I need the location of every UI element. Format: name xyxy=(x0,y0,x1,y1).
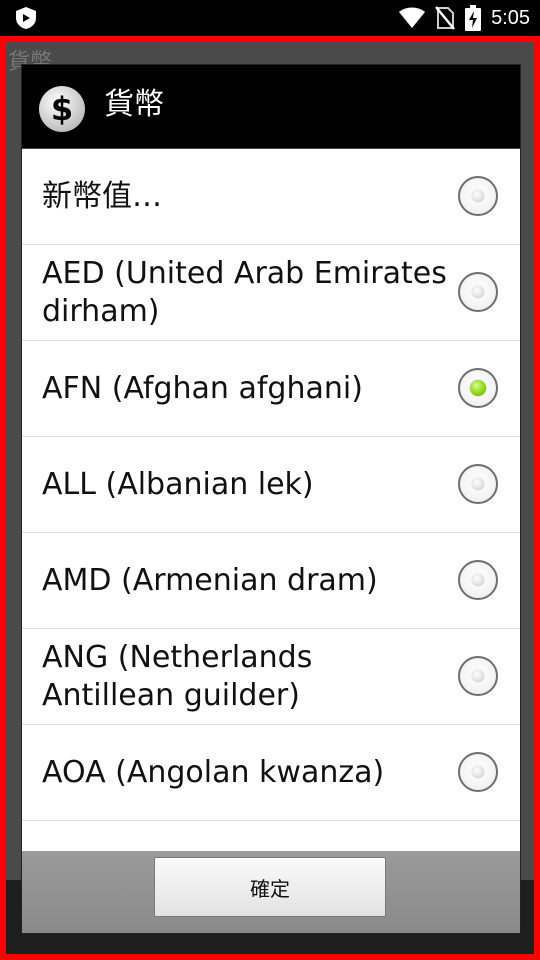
radio-button[interactable] xyxy=(458,272,498,312)
currency-dialog: $ 貨幣 新幣值… AED (United Arab Emirates dirh… xyxy=(22,65,520,933)
radio-button[interactable] xyxy=(458,176,498,216)
list-item-label: AMD (Armenian dram) xyxy=(42,563,378,598)
status-time: 5:05 xyxy=(491,6,530,29)
list-item-label: AFN (Afghan afghani) xyxy=(42,371,363,406)
radio-dot xyxy=(472,190,484,202)
radio-dot xyxy=(472,670,484,682)
wifi-icon xyxy=(399,7,426,28)
list-item[interactable]: AED (United Arab Emirates dirham) xyxy=(22,245,520,341)
radio-dot xyxy=(472,286,484,298)
list-item-label: 新幣值… xyxy=(42,179,162,214)
svg-text:$: $ xyxy=(51,90,73,128)
list-item-label: AED (United Arab Emirates dirham) xyxy=(42,256,447,329)
list-item-label: ANG (Netherlands Antillean guilder) xyxy=(42,640,313,713)
app-shield-icon xyxy=(16,7,36,29)
radio-button-selected[interactable] xyxy=(458,368,498,408)
list-item-label xyxy=(42,821,452,851)
dollar-icon: $ xyxy=(39,86,85,132)
battery-charging-icon xyxy=(465,5,482,31)
list-item[interactable]: 新幣值… xyxy=(22,149,520,245)
radio-button[interactable] xyxy=(458,656,498,696)
radio-button[interactable] xyxy=(458,464,498,504)
no-sim-icon xyxy=(435,6,456,30)
list-item-partial[interactable] xyxy=(22,821,520,851)
list-item[interactable]: ANG (Netherlands Antillean guilder) xyxy=(22,629,520,725)
ok-button[interactable]: 確定 xyxy=(154,857,386,917)
list-item[interactable]: AOA (Angolan kwanza) xyxy=(22,725,520,821)
radio-dot xyxy=(472,766,484,778)
list-item-label: ALL (Albanian lek) xyxy=(42,467,314,502)
radio-dot xyxy=(470,380,486,396)
radio-dot xyxy=(472,574,484,586)
dialog-header: $ 貨幣 xyxy=(22,65,520,150)
dialog-title: 貨幣 xyxy=(104,87,164,122)
list-item[interactable]: AFN (Afghan afghani) xyxy=(22,341,520,437)
dialog-footer: 確定 xyxy=(22,851,520,933)
list-item[interactable]: ALL (Albanian lek) xyxy=(22,437,520,533)
list-item[interactable]: AMD (Armenian dram) xyxy=(22,533,520,629)
radio-button[interactable] xyxy=(458,752,498,792)
list-item-label: AOA (Angolan kwanza) xyxy=(42,755,385,790)
radio-button[interactable] xyxy=(458,560,498,600)
status-bar: 5:05 xyxy=(0,0,540,36)
radio-dot xyxy=(472,478,484,490)
currency-list[interactable]: 新幣值… AED (United Arab Emirates dirham) A… xyxy=(22,149,520,851)
